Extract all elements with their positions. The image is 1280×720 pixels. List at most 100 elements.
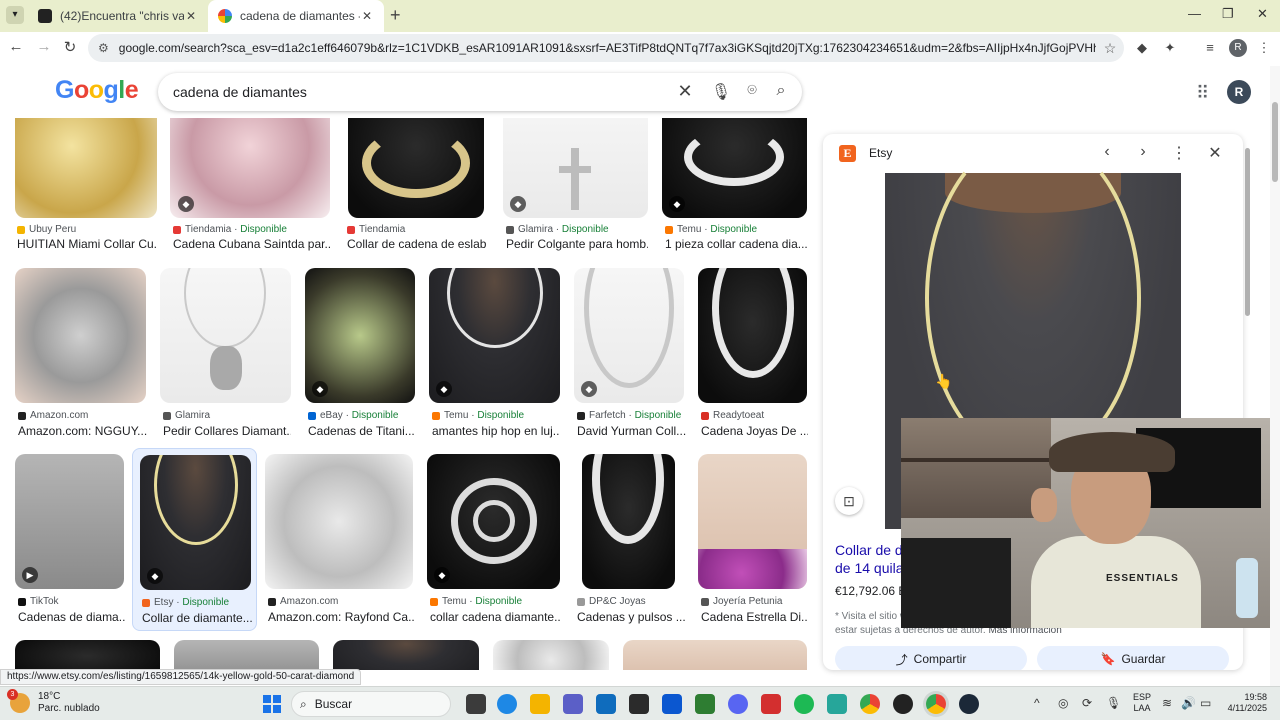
result-card[interactable]: ▶ TikTok Cadenas de diama... (15, 454, 125, 624)
result-card[interactable]: ◆ Temu · Disponible amantes hip hop en l… (429, 268, 561, 438)
show-hidden-icons[interactable]: ^ (1034, 696, 1040, 710)
more-options-icon[interactable]: ⋮ (1169, 143, 1189, 163)
app-red-icon[interactable] (761, 694, 781, 714)
search-box[interactable]: cadena de diamantes ✕ 🎙 ⌾ ⌕ (158, 73, 802, 111)
result-image[interactable] (174, 640, 319, 670)
panel-site-name[interactable]: Etsy (869, 146, 892, 160)
result-card[interactable]: Amazon.com Amazon.com: Rayfond Ca... (265, 454, 415, 624)
result-title[interactable]: Cadenas de diama... (18, 610, 125, 624)
google-apps-icon[interactable]: ⠿ (1196, 83, 1209, 104)
puzzle-icon[interactable]: ✦ (1162, 40, 1178, 56)
result-title[interactable]: David Yurman Coll... (577, 424, 686, 438)
menu-icon[interactable]: ⋮ (1256, 40, 1272, 56)
store-icon[interactable] (596, 694, 616, 714)
save-button[interactable]: 🔖 Guardar (1037, 646, 1229, 670)
result-image[interactable] (333, 640, 479, 670)
extension-icon[interactable]: ◆ (1134, 40, 1150, 56)
result-card[interactable]: ◆ Temu · Disponible 1 pieza collar caden… (662, 118, 807, 251)
maximize-icon[interactable]: ❐ (1222, 6, 1234, 22)
taskbar-search[interactable]: ⌕ Buscar (291, 691, 451, 717)
result-image[interactable] (698, 268, 807, 403)
app-dark-icon[interactable] (893, 694, 913, 714)
result-card[interactable]: ◆ Tiendamia · Disponible Cadena Cubana S… (170, 118, 330, 251)
account-avatar[interactable]: R (1227, 80, 1251, 104)
result-card[interactable]: Ubuy Peru HUITIAN Miami Collar Cu... (15, 118, 157, 251)
close-tab-icon[interactable]: ✕ (184, 9, 198, 23)
result-image[interactable] (15, 118, 157, 218)
result-card[interactable]: Joyería Petunia Cadena Estrella Di... (698, 454, 808, 624)
language-indicator[interactable]: ESP LAA (1133, 692, 1151, 714)
search-query[interactable]: cadena de diamantes (173, 84, 307, 100)
result-title[interactable]: Pedir Collares Diamant... (163, 424, 291, 438)
result-card[interactable]: ◆ Glamira · Disponible Pedir Colgante pa… (503, 118, 648, 251)
address-bar[interactable]: ⚙ google.com/search?sca_esv=d1a2c1eff646… (88, 34, 1124, 62)
close-tab-icon[interactable]: ✕ (360, 9, 374, 23)
steam-icon[interactable] (959, 694, 979, 714)
previous-icon[interactable]: ‹ (1097, 143, 1117, 161)
result-card[interactable]: Glamira Pedir Collares Diamant... (160, 268, 291, 438)
file-explorer-icon[interactable] (530, 694, 550, 714)
result-card[interactable]: ◆ Farfetch · Disponible David Yurman Col… (574, 268, 686, 438)
site-info-icon[interactable]: ⚙ (98, 41, 109, 55)
tab-youtube[interactable]: (42)Encuentra "chris vanger" en ✕ (28, 0, 208, 32)
result-image[interactable] (15, 268, 146, 403)
result-title[interactable]: Cadenas de Titani... (308, 424, 417, 438)
battery-icon[interactable]: ▭ (1200, 696, 1211, 710)
page-scrollbar[interactable] (1270, 66, 1280, 686)
search-icon[interactable]: ⌕ (770, 82, 792, 100)
result-image[interactable] (698, 454, 807, 589)
result-title[interactable]: Pedir Colgante para homb... (506, 237, 648, 251)
google-logo[interactable]: Google (55, 76, 139, 105)
result-title[interactable]: Cadena Joyas De ... (701, 424, 808, 438)
weather-widget[interactable]: 3 18°C Parc. nublado (7, 689, 100, 715)
result-card[interactable]: ◆ eBay · Disponible Cadenas de Titani... (305, 268, 417, 438)
app-icon[interactable] (629, 694, 649, 714)
tab-search-button[interactable]: ▾ (6, 6, 24, 24)
xbox-icon[interactable] (695, 694, 715, 714)
next-icon[interactable]: › (1133, 143, 1153, 161)
close-panel-icon[interactable]: ✕ (1205, 143, 1225, 163)
result-image[interactable] (265, 454, 413, 589)
back-icon[interactable]: ← (6, 38, 26, 55)
reload-icon[interactable]: ↻ (60, 38, 80, 56)
result-image[interactable] (170, 118, 330, 218)
spotify-icon[interactable] (794, 694, 814, 714)
result-card[interactable]: Tiendamia Collar de cadena de eslab... (344, 118, 489, 251)
vscode-icon[interactable] (662, 694, 682, 714)
notepad-icon[interactable] (827, 694, 847, 714)
result-card[interactable]: Readytoeat Cadena Joyas De ... (698, 268, 808, 438)
google-lens-icon[interactable]: ⊡ (835, 487, 863, 515)
wifi-icon[interactable]: ≋ (1162, 696, 1172, 710)
tab-google-search[interactable]: cadena de diamantes - Buscar c ✕ (208, 0, 384, 32)
result-title[interactable]: HUITIAN Miami Collar Cu... (17, 237, 157, 251)
result-card-selected[interactable]: ◆ Etsy · Disponible Collar de diamante..… (132, 448, 257, 631)
result-title[interactable]: 1 pieza collar cadena dia... (665, 237, 807, 251)
result-image[interactable] (160, 268, 291, 403)
profile-avatar[interactable]: R (1229, 39, 1247, 57)
result-card[interactable]: Amazon.com Amazon.com: NGGUY... (15, 268, 147, 438)
result-image[interactable] (623, 640, 807, 670)
edge-icon[interactable] (497, 694, 517, 714)
result-card[interactable]: ◆ Temu · Disponible collar cadena diaman… (427, 454, 561, 624)
result-card[interactable]: DP&C Joyas Cadenas y pulsos ... (574, 454, 686, 624)
clock[interactable]: 19:58 4/11/2025 (1222, 692, 1267, 714)
volume-icon[interactable]: 🔊 (1181, 696, 1196, 710)
microphone-icon[interactable]: 🎙 (710, 82, 732, 102)
result-title[interactable]: Cadena Cubana Saintda par... (173, 237, 330, 251)
result-title[interactable]: Collar de cadena de eslab... (347, 237, 487, 251)
reading-list-icon[interactable]: ≡ (1202, 40, 1218, 56)
windows-start-icon[interactable] (263, 695, 281, 713)
camera-lens-icon[interactable]: ⌾ (741, 82, 763, 100)
result-image[interactable] (15, 640, 160, 670)
tray-icon[interactable]: ◎ (1058, 696, 1068, 710)
task-view-icon[interactable] (466, 694, 486, 714)
discord-icon[interactable] (728, 694, 748, 714)
forward-icon[interactable]: → (34, 38, 54, 55)
result-image[interactable] (348, 118, 484, 218)
result-image[interactable] (493, 640, 609, 670)
result-title[interactable]: Amazon.com: NGGUY... (18, 424, 147, 438)
bookmark-star-icon[interactable]: ☆ (1096, 40, 1124, 57)
result-title[interactable]: collar cadena diamante... (430, 610, 560, 624)
tray-sync-icon[interactable]: ⟳ (1082, 696, 1092, 710)
result-title[interactable]: Collar de diamante... (142, 611, 254, 625)
